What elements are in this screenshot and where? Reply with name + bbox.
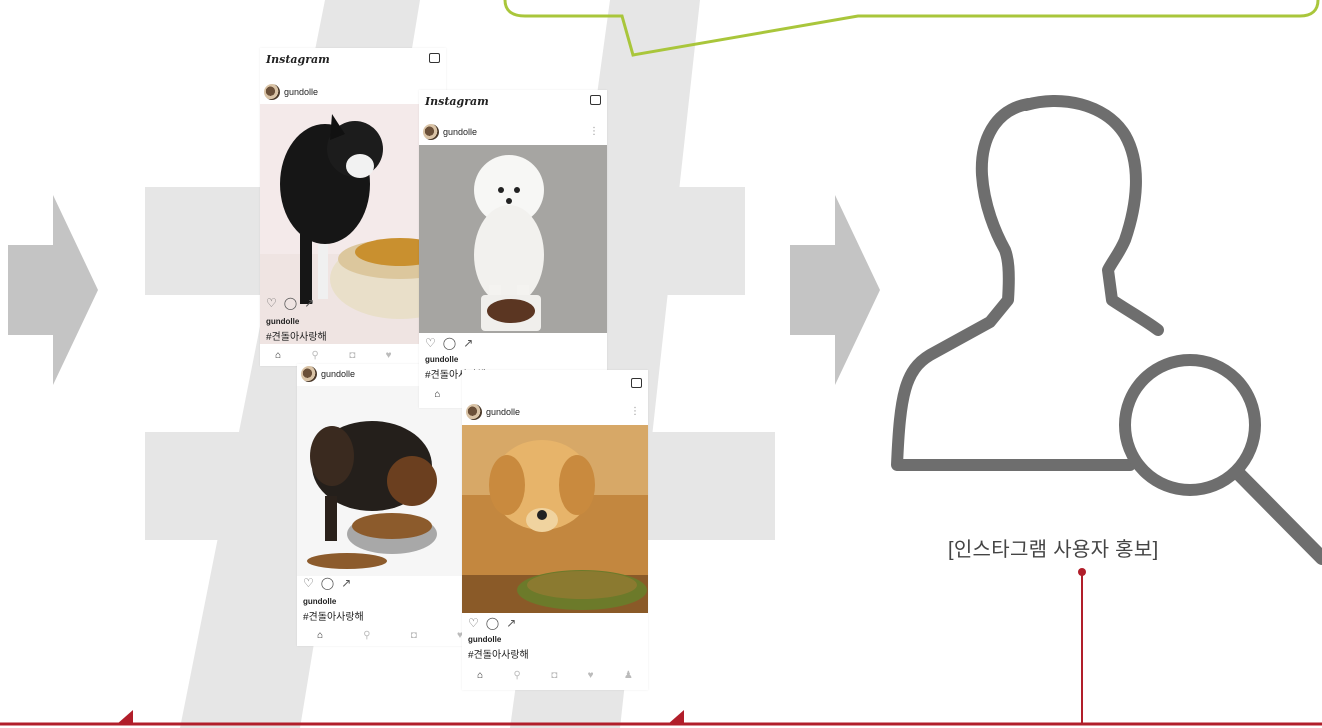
instagram-user-promotion-caption: [인스타그램 사용자 홍보]	[948, 539, 1159, 561]
user-search-icon	[891, 94, 1322, 565]
